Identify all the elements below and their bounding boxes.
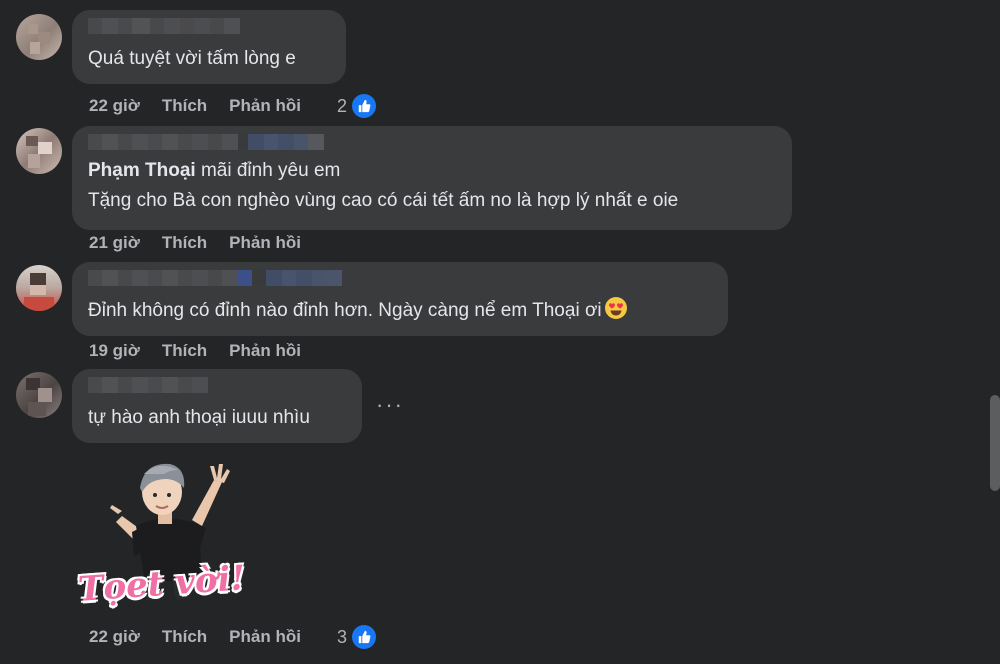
avatar-blurred-icon: [24, 273, 54, 311]
comment-text: Phạm Thoại mãi đỉnh yêu em: [88, 156, 776, 186]
sticker-image[interactable]: Tọet vời!: [74, 440, 254, 620]
blurred-author-name[interactable]: [88, 270, 712, 286]
comment-actions: 19 giờ Thích Phản hồi: [89, 341, 323, 361]
avatar[interactable]: [16, 128, 62, 174]
comment-bubble: Đỉnh không có đỉnh nào đỉnh hơn. Ngày cà…: [72, 262, 728, 336]
blurred-author-name[interactable]: [88, 134, 776, 150]
comment-text: Quá tuyệt vời tấm lòng e: [88, 48, 296, 69]
reply-link[interactable]: Phản hồi: [229, 627, 301, 647]
comment-thread: Quá tuyệt vời tấm lòng e 22 giờ Thích Ph…: [0, 0, 1000, 664]
timestamp[interactable]: 22 giờ: [89, 96, 140, 116]
comment-actions: 21 giờ Thích Phản hồi: [89, 233, 323, 253]
reply-link[interactable]: Phản hồi: [229, 341, 301, 361]
avatar[interactable]: [16, 14, 62, 60]
thumbs-up-icon: [349, 623, 378, 651]
mentioned-user-link[interactable]: Phạm Thoại: [88, 160, 196, 181]
like-link[interactable]: Thích: [162, 341, 207, 361]
avatar[interactable]: [16, 372, 62, 418]
comment-text: tự hào anh thoại iuuu nhìu: [88, 407, 310, 428]
comment-text-line2: Tặng cho Bà con nghèo vùng cao có cái tế…: [88, 190, 679, 211]
heart-eyes-emoji-icon: [604, 296, 628, 330]
comment-bubble: tự hào anh thoại iuuu nhìu: [72, 369, 362, 443]
comment-bubble: Quá tuyệt vời tấm lòng e: [72, 10, 346, 84]
scrollbar-thumb[interactable]: [990, 395, 1000, 491]
timestamp[interactable]: 19 giờ: [89, 341, 140, 361]
reply-link[interactable]: Phản hồi: [229, 96, 301, 116]
reaction-summary[interactable]: 2: [337, 92, 378, 120]
blurred-author-name[interactable]: [88, 377, 346, 393]
like-link[interactable]: Thích: [162, 627, 207, 647]
avatar-blurred-icon: [26, 378, 52, 416]
comment-text-line1: mãi đỉnh yêu em: [195, 160, 341, 181]
reply-link[interactable]: Phản hồi: [229, 233, 301, 253]
avatar-blurred-icon: [28, 24, 50, 54]
avatar-blurred-icon: [26, 136, 52, 168]
reaction-count: 3: [336, 626, 347, 647]
comment-text: Đỉnh không có đỉnh nào đỉnh hơn. Ngày cà…: [88, 296, 712, 330]
timestamp[interactable]: 22 giờ: [89, 627, 140, 647]
thumbs-up-icon: [349, 92, 378, 120]
more-options-icon[interactable]: ···: [376, 394, 404, 416]
like-link[interactable]: Thích: [162, 96, 207, 116]
avatar[interactable]: [16, 265, 62, 311]
comment-actions: 22 giờ Thích Phản hồi 2: [89, 92, 378, 120]
comment-text-content: Đỉnh không có đỉnh nào đỉnh hơn. Ngày cà…: [88, 300, 602, 321]
reaction-summary[interactable]: 3: [337, 623, 378, 651]
comment-actions: 22 giờ Thích Phản hồi 3: [89, 623, 378, 651]
blurred-author-name[interactable]: [88, 18, 330, 34]
reaction-count: 2: [336, 95, 347, 116]
like-link[interactable]: Thích: [162, 233, 207, 253]
comment-bubble: Phạm Thoại mãi đỉnh yêu em Tặng cho Bà c…: [72, 126, 792, 230]
timestamp[interactable]: 21 giờ: [89, 233, 140, 253]
